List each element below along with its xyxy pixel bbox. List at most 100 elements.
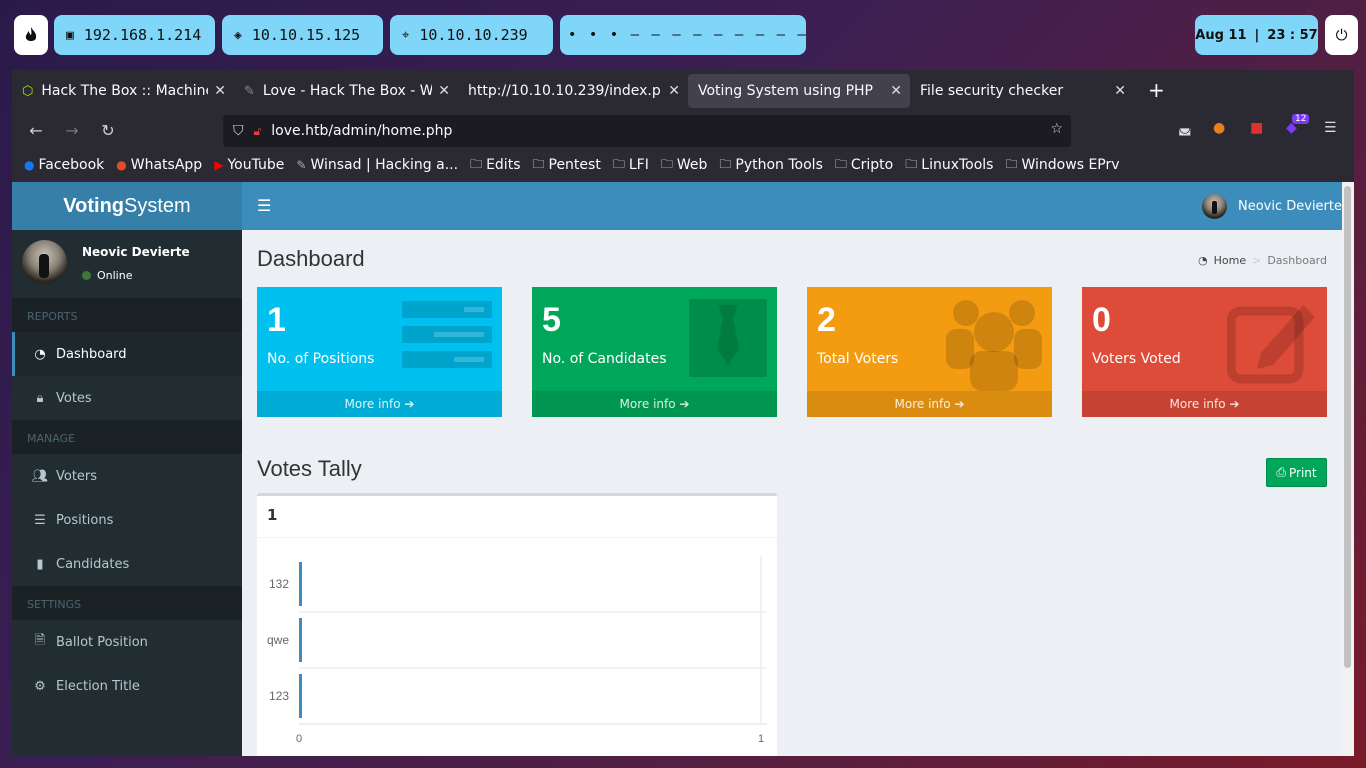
sidebar-item-votes[interactable]: 🔒︎ Votes xyxy=(12,376,242,420)
tab-love-writeup[interactable]: ✎ Love - Hack The Box - Wi ✕ xyxy=(234,74,458,108)
folder-icon: 🗀︎ xyxy=(719,156,732,171)
tab-label: Voting System using PHP xyxy=(698,83,873,99)
bookmark-label: Windows EPrv xyxy=(1021,157,1120,173)
sidebar-item-ballot-position[interactable]: 🗎︎ Ballot Position xyxy=(12,620,242,664)
pocket-icon[interactable]: ◛ xyxy=(1178,120,1192,136)
sidebar-item-label: Votes xyxy=(56,390,92,406)
more-info-label: More info xyxy=(344,397,401,411)
bookmark-winsad[interactable]: ✎ Winsad | Hacking a... xyxy=(296,157,458,173)
breadcrumb-current: Dashboard xyxy=(1267,254,1327,267)
bookmark-folder-lfi[interactable]: 🗀︎ LFI xyxy=(613,155,649,176)
back-icon[interactable]: ← xyxy=(18,121,54,140)
bookmark-facebook[interactable]: ● Facebook xyxy=(24,157,104,173)
app-logo[interactable]: Voting System xyxy=(12,182,242,230)
host-ip: 192.168.1.214 xyxy=(83,26,202,44)
y-tick-label: 132 xyxy=(269,577,289,591)
power-button[interactable]: ⏻ xyxy=(1325,15,1358,55)
breadcrumb: ◔ Home > Dashboard xyxy=(1198,254,1327,267)
flame-menu-button[interactable] xyxy=(14,15,48,55)
bookmark-folder-cripto[interactable]: 🗀︎ Cripto xyxy=(835,155,893,176)
voters-voted-label: Voters Voted xyxy=(1092,351,1181,367)
bookmark-folder-python-tools[interactable]: 🗀︎ Python Tools xyxy=(719,155,822,176)
host-ip-widget[interactable]: ▣ 192.168.1.214 xyxy=(54,15,215,55)
tab-htb-machines[interactable]: ⬡ Hack The Box :: Machines ✕ xyxy=(12,74,234,108)
close-tab-icon[interactable]: ✕ xyxy=(668,83,680,99)
more-info-link[interactable]: More info ➔ xyxy=(257,391,502,417)
arrow-circle-right-icon: ➔ xyxy=(1229,397,1240,411)
target-ip-widget[interactable]: ⌖ 10.10.10.239 xyxy=(390,15,553,55)
main-content: Dashboard ◔ Home > Dashboard 1 No. of Po… xyxy=(242,230,1342,756)
scrollbar-thumb[interactable] xyxy=(1344,186,1351,668)
bookmark-label: WhatsApp xyxy=(130,157,203,173)
bookmark-star-icon[interactable]: ☆ xyxy=(1050,121,1063,137)
stat-box-candidates: 5 No. of Candidates More info ➔ xyxy=(532,287,777,417)
new-tab-button[interactable]: + xyxy=(1148,78,1165,102)
tab-label: Love - Hack The Box - Wi xyxy=(262,83,433,99)
bookmark-folder-edits[interactable]: 🗀︎ Edits xyxy=(470,155,520,176)
bookmark-folder-windows-eprv[interactable]: 🗀︎ Windows EPrv xyxy=(1005,155,1119,176)
clock-widget[interactable]: Aug 11 | 23 : 57 xyxy=(1195,15,1318,55)
workspace-switcher[interactable]: • • • – – – – – – – – – xyxy=(560,15,806,55)
url-text[interactable]: love.htb/admin/home.php xyxy=(271,123,452,139)
sidebar-item-label: Positions xyxy=(56,512,114,528)
page-title: Dashboard xyxy=(257,246,365,271)
navbar-user-menu[interactable]: Neovic Devierte xyxy=(1201,194,1342,219)
page-icon: ✎ xyxy=(244,83,255,99)
close-tab-icon[interactable]: ✕ xyxy=(1114,83,1126,99)
bookmark-label: Pentest xyxy=(548,157,601,173)
extension-badge: 12 xyxy=(1292,114,1310,124)
vpn-ip-widget[interactable]: ◈ 10.10.15.125 xyxy=(222,15,383,55)
tie-big-icon xyxy=(689,299,767,381)
bookmark-folder-linuxtools[interactable]: 🗀︎ LinuxTools xyxy=(905,155,993,176)
bookmark-folder-web[interactable]: 🗀︎ Web xyxy=(661,155,708,176)
page-icon: ✎ xyxy=(296,158,307,172)
arrow-circle-right-icon: ➔ xyxy=(954,397,965,411)
bookmark-label: Cripto xyxy=(850,157,894,173)
tab-voting-system[interactable]: Voting System using PHP ✕ xyxy=(688,74,910,108)
bookmark-whatsapp[interactable]: ● WhatsApp xyxy=(116,157,202,173)
more-info-link[interactable]: More info ➔ xyxy=(1082,391,1327,417)
section-settings: SETTINGS xyxy=(12,586,242,620)
menu-icon[interactable]: ☰ xyxy=(1324,120,1337,136)
cube-icon: ◈ xyxy=(234,27,242,43)
folder-icon: 🗀︎ xyxy=(660,156,673,171)
status-text: Online xyxy=(97,269,133,282)
sidebar-toggle-icon[interactable]: ☰ xyxy=(257,196,271,215)
sidebar-item-positions[interactable]: ☰ Positions xyxy=(12,498,242,542)
sidebar-item-election-title[interactable]: ⚙︎ Election Title xyxy=(12,664,242,708)
sidebar-item-dashboard[interactable]: ◔ Dashboard xyxy=(12,332,242,376)
online-dot-icon xyxy=(82,271,91,280)
positions-label: No. of Positions xyxy=(267,351,375,367)
close-tab-icon[interactable]: ✕ xyxy=(214,83,226,99)
close-tab-icon[interactable]: ✕ xyxy=(890,83,902,99)
more-info-link[interactable]: More info ➔ xyxy=(532,391,777,417)
tab-file-security[interactable]: File security checker ✕ xyxy=(910,74,1134,108)
print-icon: ⎙ xyxy=(1276,465,1286,479)
sidebar-item-voters[interactable]: 👥︎ Voters xyxy=(12,454,242,498)
stat-box-positions: 1 No. of Positions More info ➔ xyxy=(257,287,502,417)
url-bar[interactable]: ⛉ 🔓︎ love.htb/admin/home.php ☆ xyxy=(223,115,1071,147)
system-topbar: ▣ 192.168.1.214 ◈ 10.10.15.125 ⌖ 10.10.10.2… xyxy=(0,0,1366,70)
bookmark-youtube[interactable]: ▶ YouTube xyxy=(214,157,284,173)
user-name: Neovic Devierte xyxy=(82,245,190,259)
reload-icon[interactable]: ↻ xyxy=(90,121,126,140)
sidebar-item-label: Election Title xyxy=(56,678,140,694)
breadcrumb-home[interactable]: Home xyxy=(1214,254,1246,267)
bookmark-folder-pentest[interactable]: 🗀︎ Pentest xyxy=(532,155,600,176)
lock-extension-icon[interactable]: ■ xyxy=(1250,120,1263,136)
more-info-link[interactable]: More info ➔ xyxy=(807,391,1052,417)
forward-icon[interactable]: → xyxy=(54,121,90,140)
tab-index-php[interactable]: http://10.10.10.239/index.ph ✕ xyxy=(458,74,688,108)
close-tab-icon[interactable]: ✕ xyxy=(438,83,450,99)
chart-box-title: 1 xyxy=(267,506,278,524)
extension-icon[interactable]: ● xyxy=(1213,120,1225,136)
print-button[interactable]: ⎙ Print xyxy=(1266,458,1327,487)
page-scrollbar[interactable] xyxy=(1342,182,1354,756)
insecure-lock-icon[interactable]: 🔓︎ xyxy=(254,124,262,139)
stat-box-total-voters: 2 Total Voters More info ➔ xyxy=(807,287,1052,417)
cog-icon: ⚙︎ xyxy=(34,678,46,694)
shield-icon[interactable]: ⛉ xyxy=(233,123,244,139)
folder-icon: 🗀︎ xyxy=(532,156,545,171)
more-info-label: More info xyxy=(619,397,676,411)
sidebar-item-candidates[interactable]: ▮ Candidates xyxy=(12,542,242,586)
